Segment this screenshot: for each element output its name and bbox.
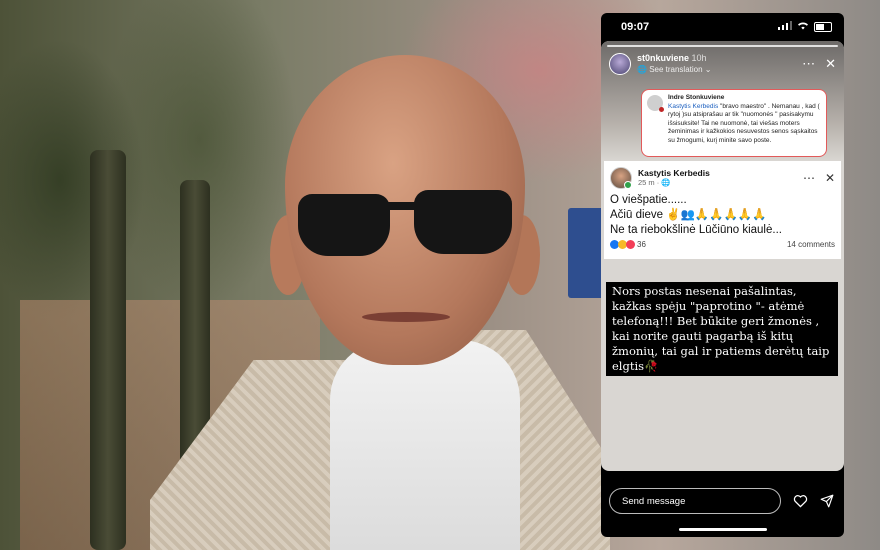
send-icon[interactable] [820, 494, 834, 508]
blue-sign [568, 208, 604, 298]
wifi-icon [797, 21, 809, 33]
battery-icon [814, 22, 832, 32]
phone-screenshot: 09:07 st0nkuviene 10h 🌐 See translation … [601, 13, 844, 537]
story-time: 10h [691, 53, 707, 63]
reaction-count: 36 [637, 240, 646, 249]
comment-author: Indre Stonkuviene [668, 94, 725, 101]
avatar[interactable] [609, 53, 631, 75]
facebook-post: Kastytis Kerbedis 25 m · 🌐 ⋯ ✕ O viešpat… [604, 161, 841, 259]
love-reaction-icon [626, 240, 635, 249]
story-username[interactable]: st0nkuviene [637, 53, 689, 63]
see-translation-link[interactable]: 🌐 See translation ⌄ [637, 64, 712, 75]
story-caption: Nors postas nesenai pašalintas, kažkas s… [606, 282, 838, 376]
post-author: Kastytis Kerbedis [638, 168, 710, 178]
post-avatar [610, 167, 632, 189]
turtleneck [330, 340, 520, 550]
post-close-icon: ✕ [824, 171, 835, 185]
comment-screenshot: Indre Stonkuviene Kastytis Kerbedis "bra… [641, 89, 827, 157]
send-message-input[interactable]: Send message [609, 488, 781, 514]
status-bar: 09:07 [601, 13, 844, 41]
story-progress-bar [607, 45, 838, 47]
signal-icon [778, 21, 792, 33]
sunglasses [292, 182, 518, 262]
comment-avatar [647, 95, 664, 112]
heart-icon[interactable] [793, 494, 808, 508]
mouth [362, 312, 450, 322]
comment-count: 14 comments [786, 240, 835, 249]
comment-mention: Kastytis Kerbedis [668, 102, 719, 110]
post-more-icon: ⋯ [802, 171, 815, 185]
status-time: 09:07 [621, 21, 650, 33]
post-time: 25 m [638, 178, 655, 187]
tree-trunk [90, 150, 126, 550]
post-line-2: Ačiū dieve ✌️👥🙏🙏🙏🙏🙏 [610, 209, 767, 221]
post-line-3: Ne ta riebokšlinė Lūčiūno kiaulė... [610, 224, 782, 236]
story-header: st0nkuviene 10h 🌐 See translation ⌄ ⋯ ✕ [609, 51, 836, 77]
reactions: 36 [610, 240, 646, 249]
globe-icon: 🌐 [661, 178, 671, 187]
story-reply-bar: Send message [601, 481, 844, 521]
close-icon[interactable]: ✕ [825, 56, 836, 72]
home-indicator [679, 528, 767, 531]
post-line-1: O viešpatie...... [610, 194, 687, 206]
more-icon[interactable]: ⋯ [802, 56, 815, 72]
story-view: st0nkuviene 10h 🌐 See translation ⌄ ⋯ ✕ … [601, 41, 844, 471]
